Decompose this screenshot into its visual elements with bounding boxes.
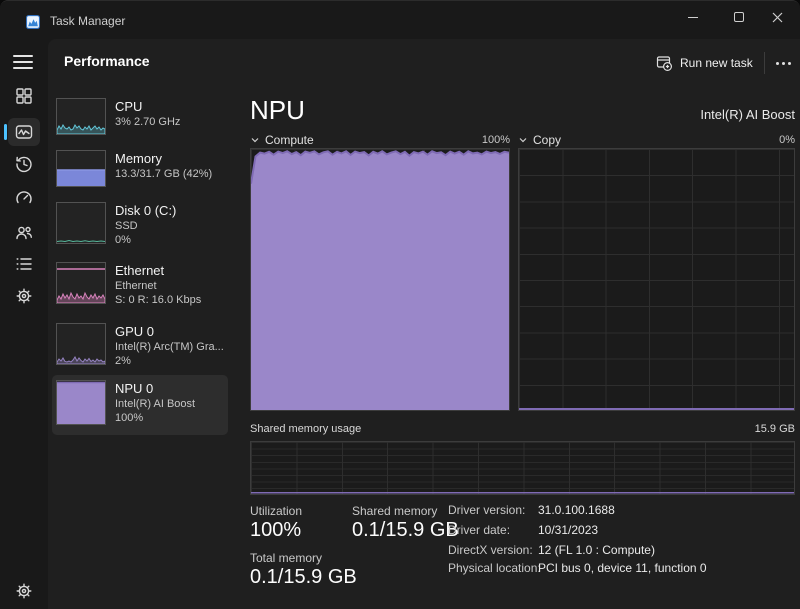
- sidebar-item-memory[interactable]: Memory 13.3/31.7 GB (42%): [52, 147, 228, 199]
- driver-version-label: Driver version:: [448, 503, 526, 517]
- sidebar-cpu-sub: 3% 2.70 GHz: [115, 116, 181, 128]
- maximize-icon: [734, 12, 744, 22]
- sidebar-disk-sub1: SSD: [115, 220, 138, 232]
- titlebar: Task Manager: [0, 1, 800, 39]
- menu-icon[interactable]: [13, 55, 33, 69]
- cpu-thumbnail: [56, 98, 106, 135]
- sidebar-disk-title: Disk 0 (C:): [115, 203, 177, 218]
- users-icon[interactable]: [14, 223, 34, 243]
- settings-icon[interactable]: [14, 581, 34, 601]
- sidebar-disk-sub2: 0%: [115, 234, 131, 246]
- sidebar-ethernet-sub1: Ethernet: [115, 280, 157, 292]
- page-title: Performance: [64, 53, 150, 69]
- sidebar-gpu-title: GPU 0: [115, 324, 155, 339]
- details-icon[interactable]: [14, 254, 34, 274]
- sidebar-item-cpu[interactable]: CPU 3% 2.70 GHz: [52, 95, 228, 147]
- sidebar-npu-title: NPU 0: [115, 381, 154, 396]
- device-name: Intel(R) AI Boost: [700, 107, 795, 122]
- sidebar-ethernet-title: Ethernet: [115, 263, 165, 278]
- close-icon: [772, 12, 782, 22]
- directx-version-label: DirectX version:: [448, 543, 533, 557]
- sidebar-gpu-sub2: 2%: [115, 355, 131, 367]
- copy-section-toggle[interactable]: Copy: [518, 133, 561, 147]
- shared-memory-stat-label: Shared memory: [352, 504, 438, 518]
- copy-scale-label: 0%: [779, 133, 795, 146]
- total-memory-value: 0.1/15.9 GB: [250, 566, 357, 588]
- run-new-task-button[interactable]: Run new task: [646, 49, 763, 77]
- task-manager-app-icon: [26, 15, 40, 29]
- toolbar-divider: [764, 52, 765, 74]
- directx-version-value: 12 (FL 1.0 : Compute): [538, 543, 655, 557]
- copy-utilization-chart: [518, 148, 795, 411]
- npu-thumbnail: [56, 380, 106, 425]
- npu-heading: NPU: [250, 95, 305, 125]
- sidebar-npu-sub1: Intel(R) AI Boost: [115, 398, 196, 410]
- startup-apps-icon[interactable]: [14, 188, 34, 208]
- utilization-value: 100%: [250, 519, 302, 541]
- close-button[interactable]: [754, 1, 800, 33]
- disk-thumbnail: [56, 202, 106, 244]
- more-options-button[interactable]: [770, 49, 796, 77]
- nav-selected-accent-pill: [4, 124, 7, 140]
- chevron-down-icon: [519, 137, 527, 142]
- physical-location-label: Physical location:: [448, 561, 541, 575]
- performance-icon[interactable]: [14, 122, 34, 142]
- chevron-down-icon: [251, 137, 259, 142]
- minimize-button[interactable]: [670, 1, 716, 33]
- task-manager-window: Task Manager Performance Run new task CP…: [0, 0, 800, 609]
- shared-memory-usage-label: Shared memory usage: [250, 423, 362, 435]
- sidebar-item-disk[interactable]: Disk 0 (C:) SSD 0%: [52, 199, 228, 257]
- shared-memory-max-label: 15.9 GB: [754, 423, 795, 435]
- driver-version-value: 31.0.100.1688: [538, 503, 615, 517]
- compute-utilization-chart: [250, 148, 510, 411]
- total-memory-label: Total memory: [250, 551, 323, 565]
- sidebar-item-ethernet[interactable]: Ethernet Ethernet S: 0 R: 16.0 Kbps: [52, 259, 228, 318]
- window-title: Task Manager: [50, 14, 126, 28]
- sidebar-memory-title: Memory: [115, 151, 162, 166]
- physical-location-value: PCI bus 0, device 11, function 0: [538, 561, 707, 575]
- compute-section-toggle[interactable]: Compute: [250, 133, 314, 147]
- run-new-task-icon: [656, 56, 672, 71]
- sidebar-memory-sub: 13.3/31.7 GB (42%): [115, 168, 213, 180]
- driver-date-label: Driver date:: [448, 523, 511, 537]
- sidebar-gpu-sub1: Intel(R) Arc(TM) Gra...: [115, 341, 224, 353]
- driver-date-value: 10/31/2023: [538, 523, 599, 537]
- app-history-icon[interactable]: [14, 154, 34, 174]
- memory-thumbnail: [56, 150, 106, 187]
- run-new-task-label: Run new task: [680, 56, 753, 70]
- sidebar-npu-sub2: 100%: [115, 412, 144, 424]
- compute-label: Compute: [265, 132, 314, 147]
- processes-icon[interactable]: [14, 86, 34, 106]
- ethernet-thumbnail: [56, 262, 106, 304]
- sidebar-item-gpu[interactable]: GPU 0 Intel(R) Arc(TM) Gra... 2%: [52, 320, 228, 374]
- sidebar-cpu-title: CPU: [115, 99, 143, 114]
- ellipsis-icon: [781, 61, 785, 65]
- services-icon[interactable]: [14, 286, 34, 306]
- shared-memory-stat-value: 0.1/15.9 GB: [352, 519, 459, 541]
- utilization-label: Utilization: [250, 504, 303, 518]
- gpu-thumbnail: [56, 323, 106, 365]
- copy-label: Copy: [533, 132, 562, 147]
- sidebar-item-npu[interactable]: NPU 0 Intel(R) AI Boost 100%: [52, 375, 228, 435]
- minimize-icon: [688, 16, 698, 18]
- compute-scale-label: 100%: [481, 133, 510, 146]
- shared-memory-chart: [250, 441, 795, 495]
- sidebar-ethernet-sub2: S: 0 R: 16.0 Kbps: [115, 294, 202, 306]
